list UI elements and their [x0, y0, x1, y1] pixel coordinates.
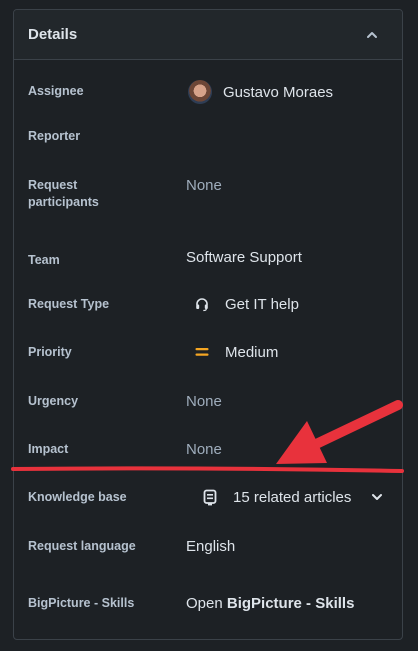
request-participants-value[interactable]: None — [186, 173, 222, 197]
assignee-name: Gustavo Moraes — [223, 83, 334, 101]
priority-medium-icon — [190, 340, 214, 364]
priority-label: Priority — [28, 345, 72, 359]
expand-knowledge-base-button[interactable] — [367, 487, 387, 507]
impact-label: Impact — [28, 442, 69, 456]
knowledge-base-value[interactable]: 15 related articles — [186, 485, 387, 509]
details-panel-header[interactable]: Details — [14, 10, 402, 60]
article-icon — [198, 485, 222, 509]
urgency-label: Urgency — [28, 394, 79, 408]
assignee-label: Assignee — [28, 84, 84, 98]
request-type-text: Get IT help — [225, 295, 299, 313]
request-language-value[interactable]: English — [186, 534, 235, 558]
priority-text: Medium — [225, 343, 279, 361]
priority-value[interactable]: Medium — [186, 340, 278, 364]
knowledge-base-text: 15 related articles — [233, 488, 352, 506]
avatar — [188, 80, 212, 104]
assignee-value[interactable]: Gustavo Moraes — [186, 80, 333, 104]
urgency-value[interactable]: None — [186, 389, 222, 413]
open-bigpicture-skills-link[interactable]: Open BigPicture - Skills — [186, 591, 354, 615]
bigpicture-skills-label: BigPicture - Skills — [28, 596, 135, 610]
details-panel: Details Assignee Gustavo Moraes Reporter… — [13, 9, 403, 640]
panel-title: Details — [28, 26, 78, 43]
request-type-label: Request Type — [28, 297, 110, 311]
chevron-up-icon — [367, 31, 377, 38]
chevron-down-icon — [372, 494, 383, 500]
collapse-button[interactable] — [362, 25, 382, 45]
bigpicture-skills-name: BigPicture - Skills — [226, 594, 355, 612]
bigpicture-skills-prefix: Open — [186, 594, 227, 612]
request-language-label: Request language — [28, 539, 136, 553]
headset-icon — [190, 292, 214, 316]
team-label: Team — [28, 253, 60, 267]
team-value[interactable]: Software Support — [186, 245, 302, 269]
request-type-value[interactable]: Get IT help — [186, 292, 299, 316]
request-participants-label: Request participants — [28, 178, 99, 209]
knowledge-base-label: Knowledge base — [28, 490, 127, 504]
impact-value[interactable]: None — [186, 437, 222, 461]
reporter-label: Reporter — [28, 129, 81, 143]
